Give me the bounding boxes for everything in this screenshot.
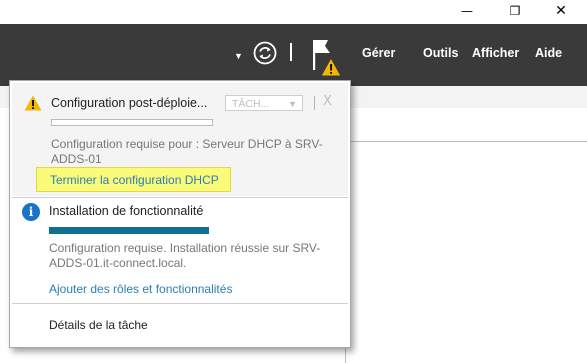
- notification-description: Configuration requise. Installation réus…: [49, 241, 321, 270]
- add-roles-features-link[interactable]: Ajouter des rôles et fonctionnalités: [49, 282, 232, 296]
- progress-bar: [51, 119, 213, 126]
- notification-flag-icon[interactable]: [308, 36, 344, 78]
- menu-help[interactable]: Aide: [535, 46, 562, 60]
- window-title-bar: — ❐ ✕: [0, 0, 587, 24]
- notifications-popup: Configuration post-déploie... TÂCH... ▼ …: [9, 80, 351, 348]
- notification-title: Installation de fonctionnalité: [49, 204, 204, 218]
- toolbar-separator: [290, 43, 292, 61]
- info-icon: i: [22, 203, 40, 221]
- dismiss-notification-button[interactable]: X: [323, 94, 332, 109]
- menu-manage[interactable]: Gérer: [362, 46, 395, 60]
- minimize-button[interactable]: —: [445, 0, 489, 24]
- vertical-separator: [314, 96, 315, 110]
- notification-title: Configuration post-déploie...: [51, 96, 208, 110]
- progress-bar: [49, 227, 209, 234]
- close-window-button[interactable]: ✕: [539, 0, 583, 24]
- server-manager-toolbar: ▼ Gérer Outils Afficher Aide: [0, 24, 587, 86]
- divider: [12, 197, 348, 198]
- task-dropdown[interactable]: TÂCH... ▼: [225, 95, 303, 111]
- notification-description: Configuration requise pour : Serveur DHC…: [51, 137, 323, 166]
- task-dropdown-label: TÂCH...: [232, 98, 270, 110]
- menu-tools[interactable]: Outils: [423, 46, 458, 60]
- chevron-down-icon[interactable]: ▼: [234, 51, 243, 61]
- chevron-down-icon: ▼: [288, 99, 297, 109]
- menu-view[interactable]: Afficher: [472, 46, 519, 60]
- refresh-icon[interactable]: [253, 41, 277, 65]
- maximize-button[interactable]: ❐: [493, 0, 537, 24]
- divider: [12, 303, 348, 304]
- notification-post-deployment: Configuration post-déploie... TÂCH... ▼ …: [12, 83, 348, 196]
- warning-icon: [24, 95, 42, 111]
- warning-badge-icon: [320, 56, 342, 77]
- task-details-link[interactable]: Détails de la tâche: [49, 318, 148, 332]
- content-panel: [345, 141, 587, 363]
- complete-dhcp-configuration-link[interactable]: Terminer la configuration DHCP: [50, 173, 219, 187]
